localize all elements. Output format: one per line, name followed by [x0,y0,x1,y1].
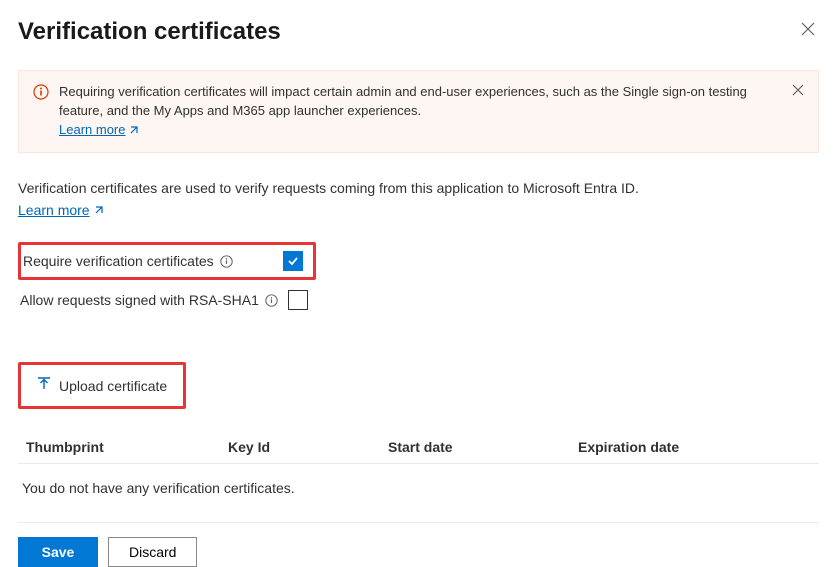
footer-actions: Save Discard [18,537,819,567]
external-link-icon [129,125,139,135]
banner-learn-more-link[interactable]: Learn more [59,121,139,140]
info-banner: Requiring verification certificates will… [18,70,819,153]
upload-section: Upload certificate [18,362,819,409]
require-verification-label: Require verification certificates [23,253,273,269]
certificates-empty-message: You do not have any verification certifi… [18,480,819,496]
allow-rsa-sha1-checkbox[interactable] [288,290,308,310]
description-learn-more-label: Learn more [18,202,90,218]
column-keyid: Key Id [228,439,388,455]
save-button[interactable]: Save [18,537,98,567]
certificates-table-header: Thumbprint Key Id Start date Expiration … [18,439,819,464]
upload-certificate-button[interactable]: Upload certificate [18,362,186,409]
require-verification-option: Require verification certificates [18,242,316,280]
info-icon [33,84,49,103]
external-link-icon [94,205,104,215]
banner-text: Requiring verification certificates will… [59,83,782,140]
banner-dismiss-button[interactable] [792,83,804,99]
column-thumbprint: Thumbprint [18,439,228,455]
close-button[interactable] [797,18,819,40]
require-verification-label-text: Require verification certificates [23,253,214,269]
info-icon[interactable] [265,294,278,307]
close-icon [801,22,815,36]
description-learn-more-link[interactable]: Learn more [18,202,104,218]
description-text: Verification certificates are used to ve… [18,179,819,199]
check-icon [287,255,299,267]
header-row: Verification certificates [18,18,819,46]
require-verification-checkbox[interactable] [283,251,303,271]
discard-button[interactable]: Discard [108,537,197,567]
upload-certificate-label: Upload certificate [59,378,167,394]
column-expiration-date: Expiration date [578,439,819,455]
column-start-date: Start date [388,439,578,455]
page-title: Verification certificates [18,18,281,46]
allow-rsa-sha1-label-text: Allow requests signed with RSA-SHA1 [20,292,259,308]
banner-learn-more-label: Learn more [59,121,125,140]
banner-message: Requiring verification certificates will… [59,84,747,118]
options-group: Require verification certificates Allow … [18,242,819,314]
close-icon [792,84,804,96]
allow-rsa-sha1-label: Allow requests signed with RSA-SHA1 [20,292,278,308]
divider [18,522,819,523]
allow-rsa-sha1-option: Allow requests signed with RSA-SHA1 [18,286,314,314]
upload-icon [37,377,51,394]
info-icon[interactable] [220,255,233,268]
